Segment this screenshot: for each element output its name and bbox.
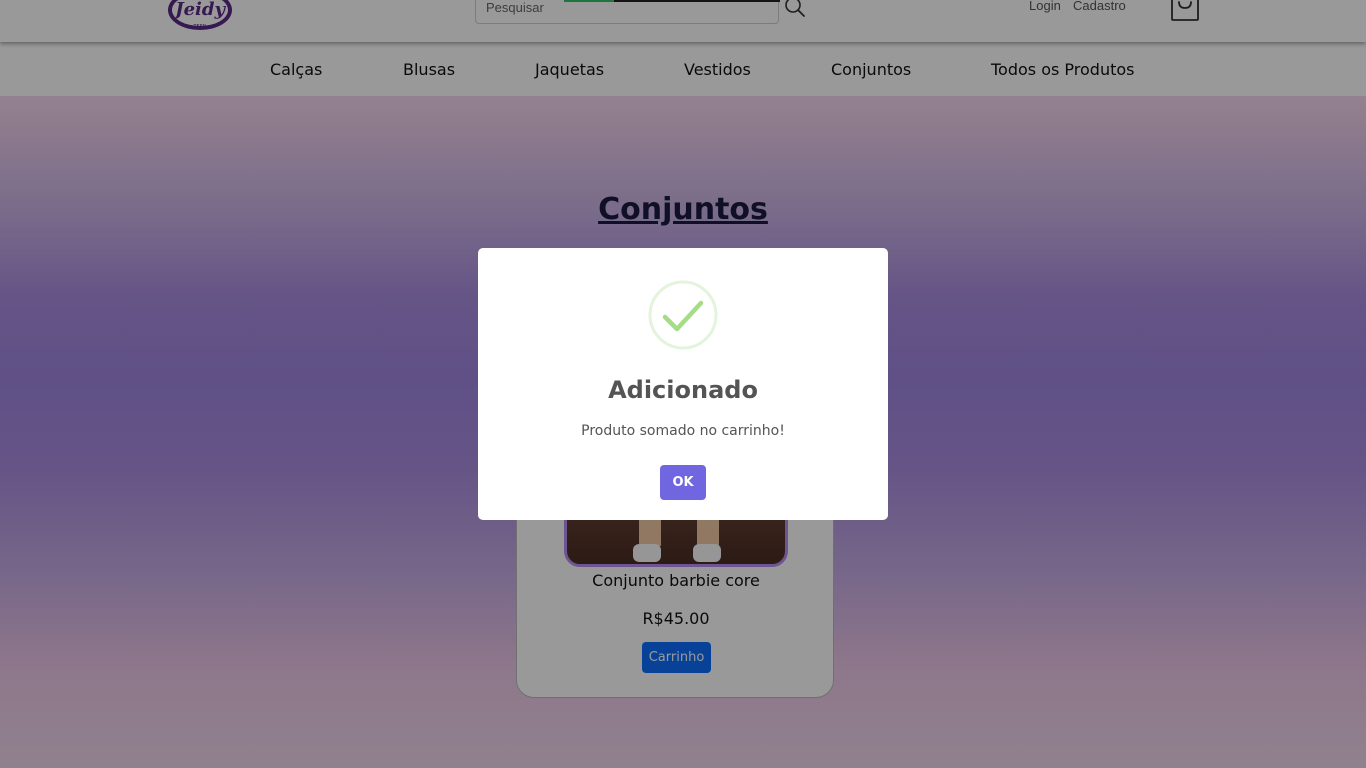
success-check-icon [648,280,718,350]
ok-button[interactable]: OK [660,465,706,500]
dialog-title: Adicionado [608,376,758,404]
dialog-message: Produto somado no carrinho! [581,423,785,439]
success-dialog: Adicionado Produto somado no carrinho! O… [478,248,888,520]
